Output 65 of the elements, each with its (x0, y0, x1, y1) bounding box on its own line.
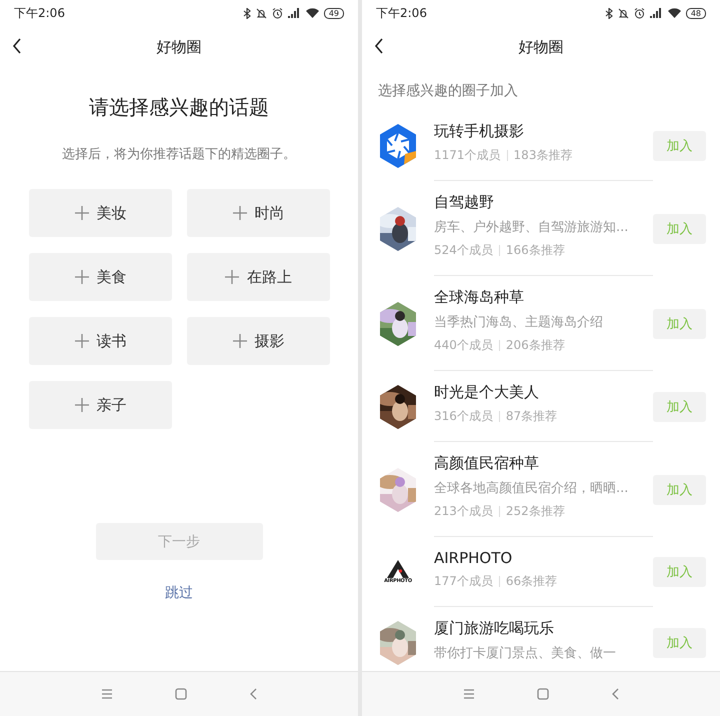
circle-name[interactable]: 玩转手机摄影 (434, 122, 653, 141)
home-icon[interactable] (537, 688, 549, 700)
back-icon[interactable] (374, 38, 384, 54)
signal-icon (288, 8, 301, 18)
aperture-logo-icon (378, 124, 418, 168)
topic-button[interactable]: 时尚 (187, 189, 330, 237)
plus-icon (74, 398, 88, 412)
circle-name[interactable]: 自驾越野 (434, 193, 653, 212)
member-count: 177个成员 (434, 573, 493, 590)
topic-button[interactable]: 美食 (29, 253, 172, 301)
circle-description: 全球各地高颜值民宿介绍，晒晒... (434, 480, 630, 497)
recommendation-count: 183条推荐 (514, 147, 572, 164)
battery-level: 48 (686, 8, 706, 18)
muted-bell-icon (256, 8, 267, 18)
member-count: 440个成员 (434, 337, 493, 354)
recommendation-count: 87条推荐 (506, 408, 558, 425)
alarm-icon (634, 8, 645, 18)
topic-button[interactable]: 读书 (29, 317, 172, 365)
plus-icon (74, 206, 88, 220)
topic-button[interactable]: 在路上 (187, 253, 330, 301)
circle-name[interactable]: 全球海岛种草 (434, 288, 653, 307)
skip-link[interactable]: 跳过 (165, 584, 193, 602)
muted-bell-icon (618, 8, 629, 18)
member-count: 316个成员 (434, 408, 493, 425)
bluetooth-icon (604, 8, 613, 18)
circle-description: 当季热门海岛、主题海岛介绍 (434, 314, 604, 331)
plus-icon (74, 334, 88, 348)
section-title: 选择感兴趣的圈子加入 (377, 82, 519, 101)
recommendation-count: 66条推荐 (506, 573, 558, 590)
circle-description: 带你打卡厦门景点、美食、做一 (434, 645, 617, 662)
plus-icon (225, 270, 239, 284)
bluetooth-icon (242, 8, 251, 18)
page-title: 好物圈 (518, 38, 564, 56)
menu-icon[interactable] (463, 689, 475, 699)
recommendation-count: 252条推荐 (506, 503, 565, 520)
plus-icon (232, 334, 246, 348)
topic-button[interactable]: 亲子 (29, 381, 172, 429)
wifi-icon (306, 8, 319, 18)
topic-button[interactable]: 美妆 (29, 189, 172, 237)
menu-icon[interactable] (101, 689, 113, 699)
circle-name[interactable]: 厦门旅游吃喝玩乐 (434, 619, 653, 638)
page-title: 好物圈 (156, 38, 202, 56)
plus-icon (74, 270, 88, 284)
status-time: 下午2:06 (14, 4, 65, 22)
status-time: 下午2:06 (376, 4, 427, 22)
subtitle: 选择后，将为你推荐话题下的精选圈子。 (61, 146, 297, 163)
alarm-icon (272, 8, 283, 18)
member-count: 213个成员 (434, 503, 493, 520)
member-count: 524个成员 (434, 242, 493, 259)
topic-button[interactable]: 摄影 (187, 317, 330, 365)
recommendation-count: 206条推荐 (506, 337, 565, 354)
recommendation-count: 166条推荐 (506, 242, 565, 259)
mountain-logo-icon (387, 560, 409, 578)
circle-name[interactable]: 时光是个大美人 (434, 383, 653, 402)
member-count: 1171个成员 (434, 147, 501, 164)
battery-level: 49 (324, 8, 344, 18)
circle-name[interactable]: AIRPHOTO (434, 549, 653, 567)
circle-name[interactable]: 高颜值民宿种草 (434, 454, 653, 473)
back-icon[interactable] (12, 38, 22, 54)
plus-icon (232, 206, 246, 220)
home-icon[interactable] (175, 688, 187, 700)
wifi-icon (668, 8, 681, 18)
circle-description: 房车、户外越野、自驾游旅游知... (434, 219, 630, 236)
signal-icon (650, 8, 663, 18)
heading: 请选择感兴趣的话题 (88, 94, 270, 121)
